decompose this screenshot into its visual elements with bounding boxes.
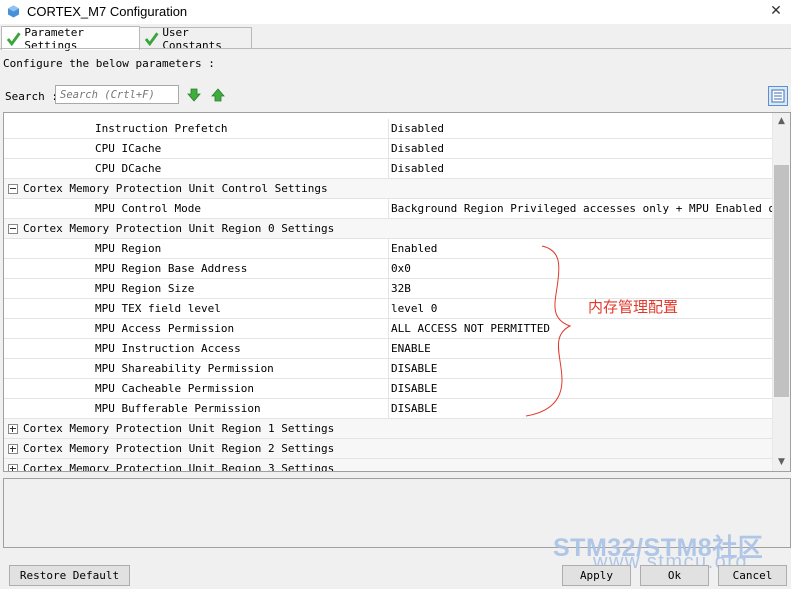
parameter-name: CPU DCache bbox=[4, 159, 389, 178]
parameter-row[interactable]: MPU Control Mode Background Region Privil… bbox=[4, 199, 775, 219]
section-title: Cortex Memory Protection Unit Control Se… bbox=[23, 182, 328, 195]
parameter-value[interactable]: Enabled bbox=[390, 239, 775, 258]
parameter-value[interactable]: Disabled bbox=[390, 119, 775, 138]
search-input[interactable] bbox=[55, 85, 179, 104]
search-prev-arrow-up-icon[interactable] bbox=[211, 88, 225, 102]
section-row[interactable]: Cortex Memory Protection Unit Region 0 S… bbox=[4, 219, 775, 239]
section-row[interactable]: Cortex Memory Protection Unit Region 2 S… bbox=[4, 439, 775, 459]
section-title: Cortex Memory Protection Unit Region 1 S… bbox=[23, 422, 335, 435]
close-button[interactable]: ✕ bbox=[761, 0, 791, 24]
scroll-down-icon[interactable]: ▼ bbox=[773, 454, 790, 471]
scrollbar-thumb[interactable] bbox=[774, 165, 789, 397]
instructions-text: Configure the below parameters : bbox=[3, 57, 215, 70]
vertical-scrollbar[interactable]: ▲ ▼ bbox=[772, 113, 790, 471]
parameter-row[interactable]: MPU Region Enabled bbox=[4, 239, 775, 259]
tab-user-constants[interactable]: User Constants bbox=[139, 26, 252, 52]
parameter-row[interactable]: Instruction Prefetch Disabled bbox=[4, 119, 775, 139]
parameter-row[interactable]: MPU Access Permission ALL ACCESS NOT PERM… bbox=[4, 319, 775, 339]
close-icon: ✕ bbox=[770, 3, 782, 19]
parameter-grid: Instruction Prefetch Disabled CPU ICache Di… bbox=[3, 112, 791, 472]
parameter-name: MPU Instruction Access bbox=[4, 339, 389, 358]
parameter-name: MPU Bufferable Permission bbox=[4, 399, 389, 418]
section-row[interactable]: Cortex Memory Protection Unit Region 1 S… bbox=[4, 419, 775, 439]
parameter-name: MPU Region Size bbox=[4, 279, 389, 298]
parameter-name: MPU Access Permission bbox=[4, 319, 389, 338]
check-icon bbox=[6, 31, 21, 46]
parameter-row[interactable]: MPU Cacheable Permission DISABLE bbox=[4, 379, 775, 399]
title-bar: CORTEX_M7 Configuration ✕ bbox=[0, 0, 791, 24]
parameter-name: MPU TEX field level bbox=[4, 299, 389, 318]
parameter-value[interactable]: Background Region Privileged accesses on… bbox=[390, 199, 775, 218]
section-title: Cortex Memory Protection Unit Region 2 S… bbox=[23, 442, 335, 455]
parameter-value[interactable]: DISABLE bbox=[390, 379, 775, 398]
section-title: Cortex Memory Protection Unit Region 3 S… bbox=[23, 462, 335, 472]
apply-button[interactable]: Apply bbox=[562, 565, 631, 586]
parameter-value[interactable]: Disabled bbox=[390, 159, 775, 178]
restore-default-button[interactable]: Restore Default bbox=[9, 565, 130, 586]
parameter-value[interactable]: 0x0 bbox=[390, 259, 775, 278]
tab-divider bbox=[0, 48, 791, 49]
cancel-button[interactable]: Cancel bbox=[718, 565, 787, 586]
section-title: Cortex Memory Protection Unit Region 0 S… bbox=[23, 222, 335, 235]
parameter-row[interactable]: MPU Bufferable Permission DISABLE bbox=[4, 399, 775, 419]
parameter-row[interactable]: CPU DCache Disabled bbox=[4, 159, 775, 179]
parameter-value[interactable]: ALL ACCESS NOT PERMITTED bbox=[390, 319, 775, 338]
parameter-name: MPU Region Base Address bbox=[4, 259, 389, 278]
parameter-name: MPU Region bbox=[4, 239, 389, 258]
parameter-value[interactable]: Disabled bbox=[390, 139, 775, 158]
search-next-arrow-down-icon[interactable] bbox=[187, 88, 201, 102]
parameter-name: MPU Control Mode bbox=[4, 199, 389, 218]
parameter-value[interactable]: DISABLE bbox=[390, 399, 775, 418]
parameter-name: CPU ICache bbox=[4, 139, 389, 158]
parameter-name: Instruction Prefetch bbox=[4, 119, 389, 138]
annotation-text: 内存管理配置 bbox=[588, 298, 679, 316]
list-view-button[interactable] bbox=[768, 86, 788, 106]
section-row[interactable]: Cortex Memory Protection Unit Region 3 S… bbox=[4, 459, 775, 472]
section-row[interactable]: Cortex Memory Protection Unit Control Se… bbox=[4, 179, 775, 199]
parameter-row[interactable]: MPU Shareability Permission DISABLE bbox=[4, 359, 775, 379]
check-icon bbox=[144, 31, 159, 46]
app-icon bbox=[8, 5, 19, 18]
annotation-brace bbox=[525, 245, 572, 417]
parameter-row[interactable]: MPU Instruction Access ENABLE bbox=[4, 339, 775, 359]
list-view-icon bbox=[771, 89, 785, 103]
tab-parameter-settings[interactable]: Parameter Settings bbox=[1, 26, 140, 52]
parameter-value[interactable]: DISABLE bbox=[390, 359, 775, 378]
parameter-value[interactable]: ENABLE bbox=[390, 339, 775, 358]
watermark: STM32/STM8社区 www.stmcu.org bbox=[553, 528, 763, 573]
parameter-value[interactable]: level 0 bbox=[390, 299, 775, 318]
search-label: Search : bbox=[5, 90, 58, 103]
parameter-name: MPU Cacheable Permission bbox=[4, 379, 389, 398]
tab-bar: Parameter Settings User Constants bbox=[0, 26, 791, 52]
scroll-up-icon[interactable]: ▲ bbox=[773, 113, 790, 130]
parameter-row[interactable]: MPU Region Base Address 0x0 bbox=[4, 259, 775, 279]
window-title: CORTEX_M7 Configuration bbox=[27, 4, 188, 19]
parameter-row[interactable]: CPU ICache Disabled bbox=[4, 139, 775, 159]
parameter-name: MPU Shareability Permission bbox=[4, 359, 389, 378]
parameter-value[interactable]: 32B bbox=[390, 279, 775, 298]
ok-button[interactable]: Ok bbox=[640, 565, 709, 586]
